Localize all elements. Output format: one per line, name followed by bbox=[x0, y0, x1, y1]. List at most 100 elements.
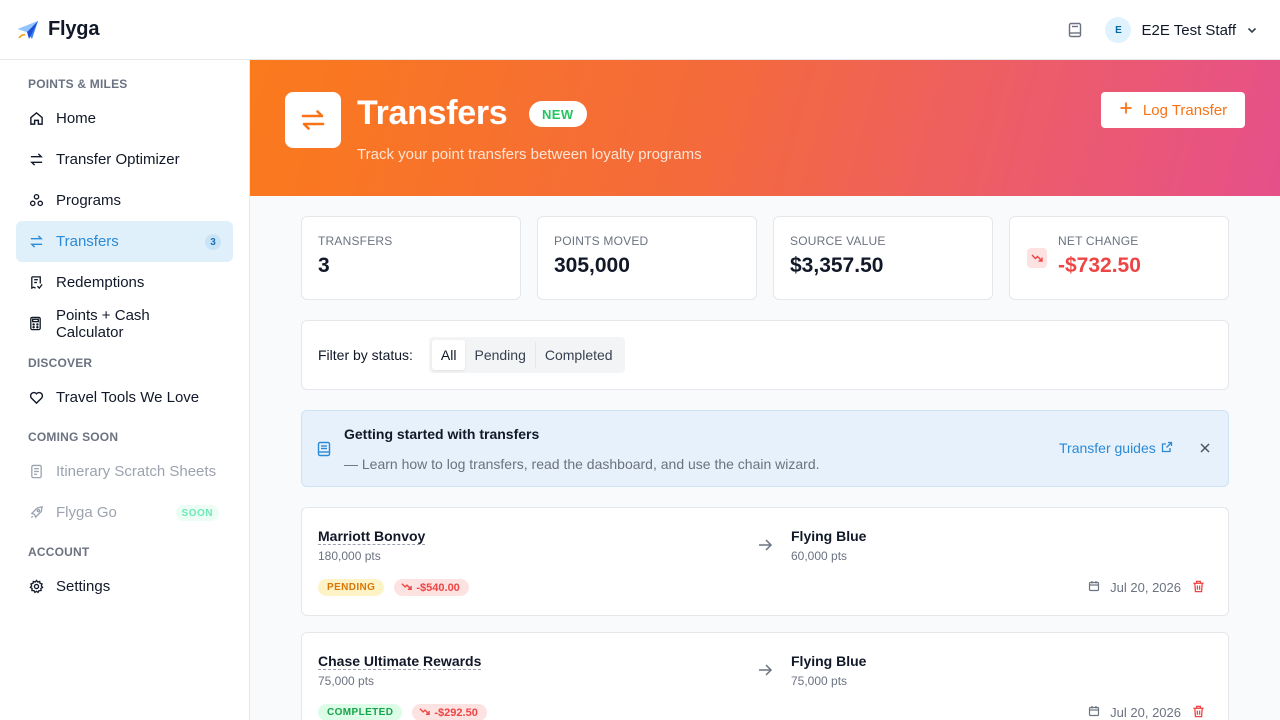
trash-icon[interactable] bbox=[1192, 580, 1206, 594]
transfer-destination: Flying Blue 75,000 pts bbox=[791, 653, 866, 688]
stat-value: 3 bbox=[318, 254, 330, 277]
filter-pending-button[interactable]: Pending bbox=[465, 340, 534, 370]
sidebar-item-redemptions[interactable]: Redemptions bbox=[16, 262, 233, 303]
close-icon[interactable] bbox=[1198, 441, 1212, 455]
destination-points: 60,000 pts bbox=[791, 549, 848, 563]
sidebar-item-travel-tools[interactable]: Travel Tools We Love bbox=[16, 377, 233, 418]
sidebar-item-points-cash-calculator[interactable]: Points + Cash Calculator bbox=[16, 303, 233, 344]
transfer-destination: Flying Blue 60,000 pts bbox=[791, 528, 866, 563]
page-header: Transfers NEW Track your point transfers… bbox=[250, 60, 1280, 196]
source-points: 75,000 pts bbox=[318, 674, 375, 688]
sidebar-item-label: Redemptions bbox=[56, 274, 145, 291]
transfer-source: Marriott Bonvoy 180,000 pts bbox=[318, 528, 426, 563]
brand[interactable]: Flyga bbox=[16, 18, 99, 42]
stat-card-points-moved: POINTS MOVED 305,000 bbox=[537, 216, 757, 300]
sidebar-item-label: Transfers bbox=[56, 233, 119, 250]
sidebar-item-label: Transfer Optimizer bbox=[56, 151, 180, 168]
sidebar-section-title: COMING SOON bbox=[28, 430, 119, 444]
count-badge: 3 bbox=[205, 234, 221, 250]
source-program[interactable]: Chase Ultimate Rewards bbox=[318, 653, 482, 670]
sidebar-item-settings[interactable]: Settings bbox=[16, 566, 233, 607]
stat-card-net-change: NET CHANGE -$732.50 bbox=[1009, 216, 1229, 300]
status-filter: Filter by status: All Pending Completed bbox=[301, 320, 1229, 390]
transfer-guides-link[interactable]: Transfer guides bbox=[1059, 440, 1173, 456]
sidebar-item-label: Travel Tools We Love bbox=[56, 389, 200, 406]
stat-label: NET CHANGE bbox=[1058, 234, 1139, 248]
sidebar-item-label: Home bbox=[56, 110, 97, 127]
book-icon bbox=[317, 441, 333, 457]
value-change: -$292.50 bbox=[434, 706, 478, 719]
banner-title: Getting started with transfers bbox=[344, 426, 540, 442]
calendar-icon bbox=[1088, 705, 1100, 720]
sidebar-item-label: Settings bbox=[56, 578, 111, 595]
transfer-date: Jul 20, 2026 bbox=[1088, 704, 1181, 720]
value-change-badge: -$540.00 bbox=[394, 579, 469, 596]
transfer-guides-label: Transfer guides bbox=[1059, 440, 1156, 456]
soon-badge: SOON bbox=[175, 505, 219, 521]
transfer-source: Chase Ultimate Rewards 75,000 pts bbox=[318, 653, 482, 688]
user-name[interactable]: E2E Test Staff bbox=[1141, 22, 1236, 39]
heart-icon bbox=[28, 390, 44, 406]
sidebar-item-label: Flyga Go bbox=[56, 504, 117, 521]
book-icon[interactable] bbox=[1065, 20, 1085, 40]
source-points: 180,000 pts bbox=[318, 549, 381, 563]
status-badge: COMPLETED bbox=[318, 704, 403, 720]
stat-card-source-value: SOURCE VALUE $3,357.50 bbox=[773, 216, 993, 300]
trending-down-icon bbox=[401, 581, 413, 595]
sidebar-section-title: ACCOUNT bbox=[28, 545, 90, 559]
sidebar-item-label: Points + Cash Calculator bbox=[55, 306, 150, 341]
stat-label: SOURCE VALUE bbox=[790, 234, 886, 248]
filter-label: Filter by status: bbox=[318, 347, 413, 363]
sidebar-item-label: Itinerary Scratch Sheets bbox=[56, 463, 217, 480]
rocket-icon bbox=[28, 505, 44, 521]
chevron-down-icon[interactable] bbox=[1246, 24, 1258, 36]
log-transfer-label: Log Transfer bbox=[1142, 101, 1228, 119]
sidebar-item-itinerary-scratch-sheets: Itinerary Scratch Sheets bbox=[16, 451, 233, 492]
transfer-icon bbox=[285, 92, 341, 148]
trending-down-icon bbox=[1027, 248, 1047, 268]
stat-label: TRANSFERS bbox=[318, 234, 393, 248]
destination-program: Flying Blue bbox=[791, 528, 867, 544]
sidebar-item-label: Programs bbox=[56, 192, 122, 209]
filter-completed-button[interactable]: Completed bbox=[536, 340, 622, 370]
home-icon bbox=[28, 111, 44, 127]
value-change: -$540.00 bbox=[416, 581, 460, 594]
sidebar-section-title: DISCOVER bbox=[28, 356, 93, 370]
transfer-icon bbox=[28, 234, 44, 250]
date-text: Jul 20, 2026 bbox=[1110, 705, 1181, 720]
paper-plane-logo-icon bbox=[16, 18, 40, 42]
transfer-badges: COMPLETED -$292.50 bbox=[318, 704, 487, 720]
main-content: Transfers NEW Track your point transfers… bbox=[250, 60, 1280, 720]
transfer-date: Jul 20, 2026 bbox=[1088, 579, 1181, 596]
top-bar: Flyga E E2E Test Staff bbox=[0, 0, 1280, 60]
filter-all-button[interactable]: All bbox=[431, 340, 466, 370]
new-badge: NEW bbox=[529, 101, 587, 127]
banner-description: — Learn how to log transfers, read the d… bbox=[344, 456, 820, 472]
external-link-icon bbox=[1161, 440, 1173, 456]
trash-icon[interactable] bbox=[1192, 705, 1206, 719]
stats-row: TRANSFERS 3 POINTS MOVED 305,000 SOURCE … bbox=[301, 216, 1229, 300]
sidebar-item-transfer-optimizer[interactable]: Transfer Optimizer bbox=[16, 139, 233, 180]
sidebar-item-programs[interactable]: Programs bbox=[16, 180, 233, 221]
sidebar-item-transfers[interactable]: Transfers 3 bbox=[16, 221, 233, 262]
page-subtitle: Track your point transfers between loyal… bbox=[357, 146, 702, 163]
source-program[interactable]: Marriott Bonvoy bbox=[318, 528, 426, 545]
log-transfer-button[interactable]: Log Transfer bbox=[1101, 92, 1245, 128]
stat-value: 305,000 bbox=[554, 254, 630, 277]
sidebar-section-title: POINTS & MILES bbox=[28, 77, 128, 91]
programs-icon bbox=[28, 193, 44, 209]
status-badge: PENDING bbox=[318, 579, 385, 596]
stat-value: $3,357.50 bbox=[790, 254, 884, 277]
sidebar-item-flyga-go: Flyga Go SOON bbox=[16, 492, 233, 533]
date-text: Jul 20, 2026 bbox=[1110, 580, 1181, 595]
sidebar-item-home[interactable]: Home bbox=[16, 98, 233, 139]
avatar[interactable]: E bbox=[1105, 17, 1132, 43]
getting-started-banner: Getting started with transfers — Learn h… bbox=[301, 410, 1229, 487]
plus-icon bbox=[1119, 101, 1133, 119]
transfer-card[interactable]: Chase Ultimate Rewards 75,000 pts Flying… bbox=[301, 632, 1229, 720]
notes-icon bbox=[28, 464, 44, 480]
stat-value: -$732.50 bbox=[1058, 254, 1141, 277]
transfer-card[interactable]: Marriott Bonvoy 180,000 pts Flying Blue … bbox=[301, 507, 1229, 616]
sidebar: POINTS & MILES Home Transfer Optimizer P… bbox=[0, 60, 250, 720]
destination-program: Flying Blue bbox=[791, 653, 867, 669]
